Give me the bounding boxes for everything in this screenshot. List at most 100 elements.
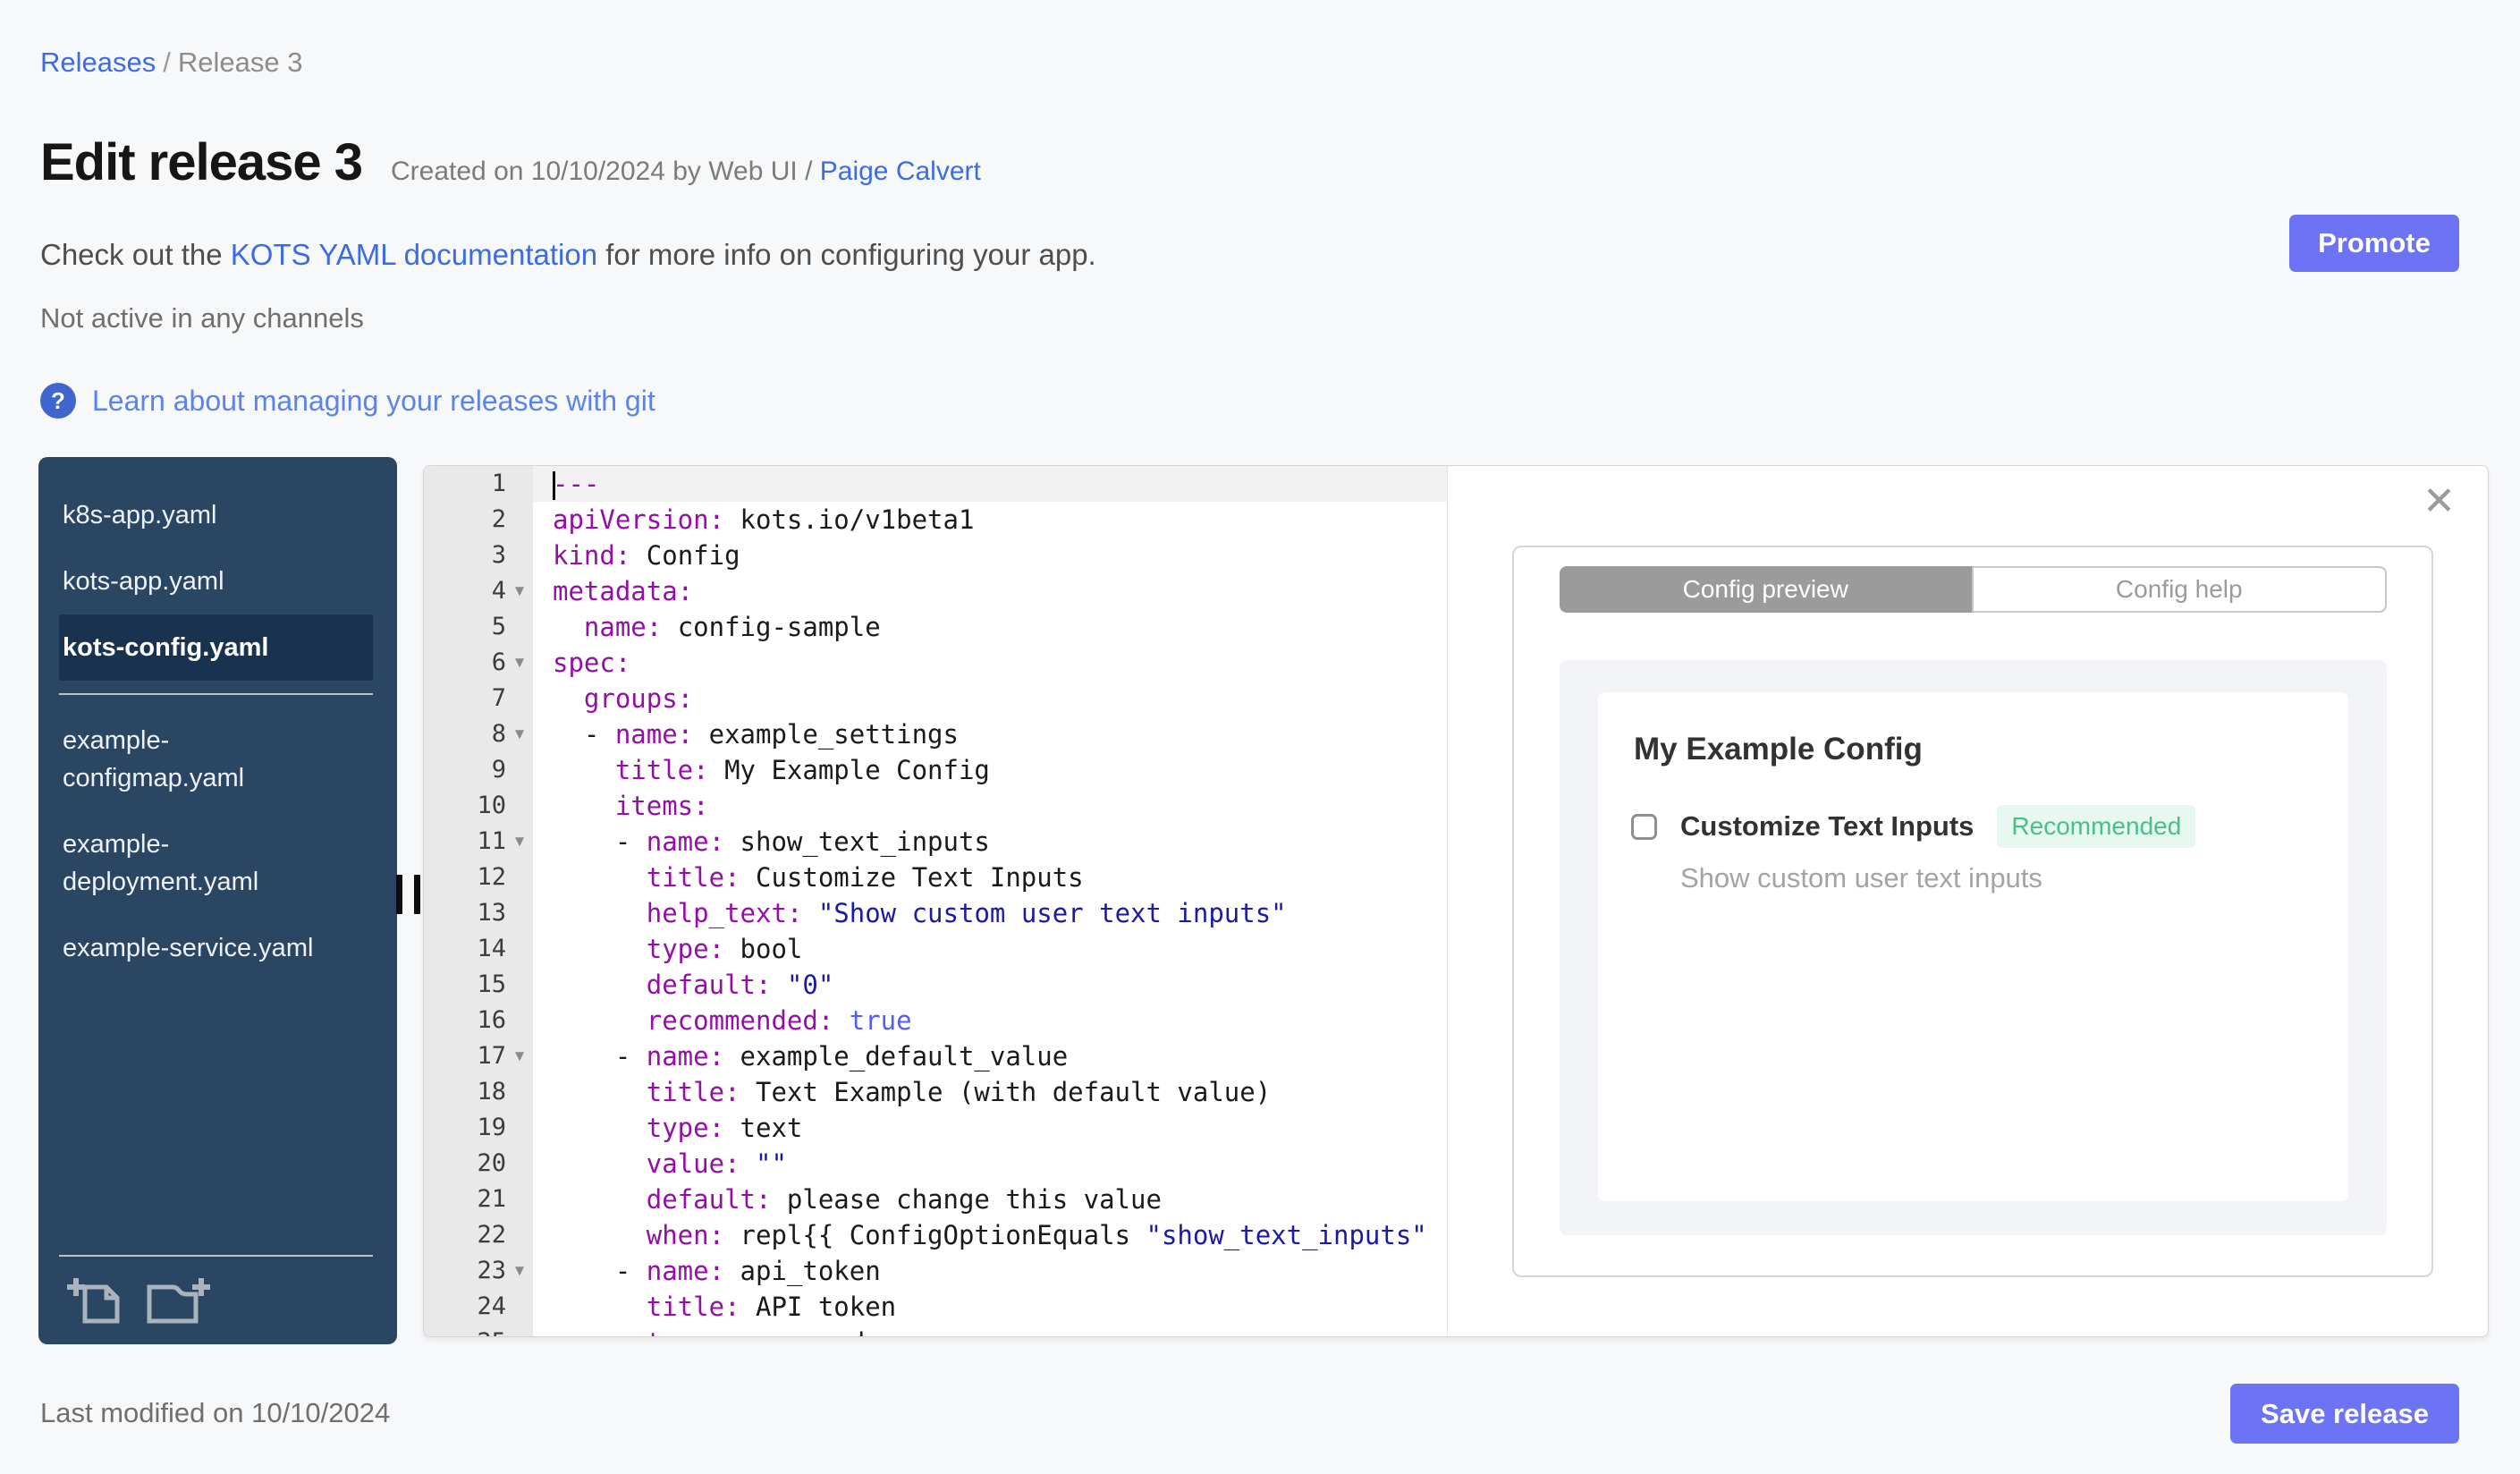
sidebar-divider	[59, 693, 373, 695]
code-line-9[interactable]: 9 title: My Example Config	[424, 752, 1447, 788]
config-preview-panel: ✕ Config preview Config help My Example …	[1447, 466, 2488, 1336]
line-number: 18	[424, 1074, 533, 1110]
code-line-5[interactable]: 5 name: config-sample	[424, 609, 1447, 645]
code-line-12[interactable]: 12 title: Customize Text Inputs	[424, 860, 1447, 895]
tab-config-help[interactable]: Config help	[1971, 566, 2387, 613]
config-group-card: My Example Config Customize Text Inputs …	[1598, 692, 2348, 1201]
code-line-17[interactable]: 17 ▼ - name: example_default_value	[424, 1038, 1447, 1074]
code-text: type: text	[646, 1113, 803, 1143]
checkbox-label[interactable]: Customize Text Inputs	[1680, 810, 1974, 843]
line-number: 5	[424, 609, 533, 645]
line-number: 15	[424, 967, 533, 1003]
fold-arrow-icon[interactable]: ▼	[506, 1253, 533, 1289]
line-number: 8 ▼	[424, 716, 533, 752]
breadcrumb-releases-link[interactable]: Releases	[40, 47, 156, 78]
line-number: 7	[424, 681, 533, 716]
code-line-3[interactable]: 3 kind: Config	[424, 538, 1447, 573]
code-line-1[interactable]: 1 ---	[424, 466, 1447, 502]
code-text: ---	[533, 466, 1447, 502]
sidebar-item-kots-app.yaml[interactable]: kots-app.yaml	[59, 548, 373, 614]
fold-arrow-icon[interactable]: ▼	[506, 824, 533, 860]
line-number: 23 ▼	[424, 1253, 533, 1289]
customize-text-inputs-checkbox[interactable]	[1631, 813, 1657, 840]
sidebar-divider-bottom	[59, 1255, 373, 1257]
line-number: 21	[424, 1182, 533, 1217]
code-line-16[interactable]: 16 recommended: true	[424, 1003, 1447, 1038]
code-line-11[interactable]: 11 ▼ - name: show_text_inputs	[424, 824, 1447, 860]
fold-arrow-icon[interactable]: ▼	[506, 573, 533, 609]
tab-config-preview[interactable]: Config preview	[1560, 566, 1972, 613]
line-number: 6 ▼	[424, 645, 533, 681]
code-line-19[interactable]: 19 type: text	[424, 1110, 1447, 1146]
code-line-20[interactable]: 20 value: ""	[424, 1146, 1447, 1182]
code-text: when: repl{{ ConfigOptionEquals "show_te…	[646, 1220, 1427, 1250]
code-line-7[interactable]: 7 groups:	[424, 681, 1447, 716]
code-line-22[interactable]: 22 when: repl{{ ConfigOptionEquals "show…	[424, 1217, 1447, 1253]
page-title: Edit release 3	[40, 133, 363, 191]
docs-line: Check out the KOTS YAML documentation fo…	[40, 238, 1096, 272]
code-text: kind: Config	[553, 540, 740, 571]
last-modified-text: Last modified on 10/10/2024	[40, 1397, 391, 1428]
save-release-button[interactable]: Save release	[2230, 1384, 2459, 1444]
line-number: 10	[424, 788, 533, 824]
code-line-4[interactable]: 4 ▼ metadata:	[424, 573, 1447, 609]
code-line-8[interactable]: 8 ▼ - name: example_settings	[424, 716, 1447, 752]
line-number: 4 ▼	[424, 573, 533, 609]
release-workbench: 1 --- 2 apiVersion: kots.io/v1beta1 3 kind: C…	[423, 465, 2489, 1337]
fold-arrow-icon[interactable]: ▼	[506, 1038, 533, 1074]
code-text: metadata:	[553, 576, 694, 606]
line-number: 24	[424, 1289, 533, 1325]
file-list: k8s-app.yaml kots-app.yaml kots-config.yam…	[38, 482, 397, 981]
breadcrumb-separator: /	[163, 47, 171, 78]
sidebar-resize-handle[interactable]	[396, 875, 421, 914]
code-line-23[interactable]: 23 ▼ - name: api_token	[424, 1253, 1447, 1289]
recommended-badge: Recommended	[1997, 805, 2196, 848]
created-author-link[interactable]: Paige Calvert	[820, 157, 981, 186]
line-number: 3	[424, 538, 533, 573]
code-line-14[interactable]: 14 type: bool	[424, 931, 1447, 967]
code-line-15[interactable]: 15 default: "0"	[424, 967, 1447, 1003]
code-text: - name: example_settings	[553, 719, 959, 750]
git-help-link[interactable]: Learn about managing your releases with …	[92, 385, 655, 418]
yaml-code-editor[interactable]: 1 --- 2 apiVersion: kots.io/v1beta1 3 kind: C…	[424, 466, 1447, 1336]
sidebar-item-example-service.yaml[interactable]: example-service.yaml	[59, 915, 373, 981]
config-render-area: My Example Config Customize Text Inputs …	[1560, 660, 2387, 1235]
sidebar-item-example-deployment.yaml[interactable]: example-deployment.yaml	[59, 811, 373, 915]
sidebar-bottom	[38, 1242, 397, 1325]
code-line-24[interactable]: 24 title: API token	[424, 1289, 1447, 1325]
line-number: 13	[424, 895, 533, 931]
code-text: type: bool	[646, 934, 803, 964]
code-text: title: Text Example (with default value)	[646, 1077, 1272, 1107]
code-line-21[interactable]: 21 default: please change this value	[424, 1182, 1447, 1217]
code-line-10[interactable]: 10 items:	[424, 788, 1447, 824]
docs-prefix: Check out the	[40, 238, 231, 271]
add-file-icon[interactable]	[67, 1275, 123, 1325]
code-text: default: please change this value	[646, 1184, 1162, 1215]
code-text: help_text: "Show custom user text inputs…	[646, 898, 1287, 928]
sidebar-item-k8s-app.yaml[interactable]: k8s-app.yaml	[59, 482, 373, 548]
code-text: apiVersion: kots.io/v1beta1	[553, 504, 975, 535]
editor-lines: 1 --- 2 apiVersion: kots.io/v1beta1 3 kind: C…	[424, 466, 1447, 1336]
code-text: groups:	[583, 683, 694, 714]
sidebar-item-example-configmap.yaml[interactable]: example-configmap.yaml	[59, 707, 373, 811]
preview-tabs: Config preview Config help	[1560, 566, 2387, 613]
docs-link[interactable]: KOTS YAML documentation	[231, 238, 597, 271]
channel-status: Not active in any channels	[40, 302, 364, 334]
close-icon[interactable]: ✕	[2423, 482, 2456, 521]
breadcrumb-current: Release 3	[177, 47, 303, 78]
fold-arrow-icon[interactable]: ▼	[506, 716, 533, 752]
code-line-25[interactable]: 25 type: password	[424, 1325, 1447, 1336]
add-folder-icon[interactable]	[146, 1275, 210, 1325]
fold-arrow-icon[interactable]: ▼	[506, 645, 533, 681]
code-text: title: My Example Config	[614, 755, 990, 785]
promote-button[interactable]: Promote	[2289, 215, 2459, 272]
code-line-18[interactable]: 18 title: Text Example (with default val…	[424, 1074, 1447, 1110]
line-number: 22	[424, 1217, 533, 1253]
sidebar-item-kots-config.yaml[interactable]: kots-config.yaml	[59, 614, 373, 681]
line-number: 20	[424, 1146, 533, 1182]
code-line-13[interactable]: 13 help_text: "Show custom user text inp…	[424, 895, 1447, 931]
code-line-6[interactable]: 6 ▼ spec:	[424, 645, 1447, 681]
code-text: type: password	[533, 1325, 1447, 1336]
line-number: 17 ▼	[424, 1038, 533, 1074]
code-line-2[interactable]: 2 apiVersion: kots.io/v1beta1	[424, 502, 1447, 538]
